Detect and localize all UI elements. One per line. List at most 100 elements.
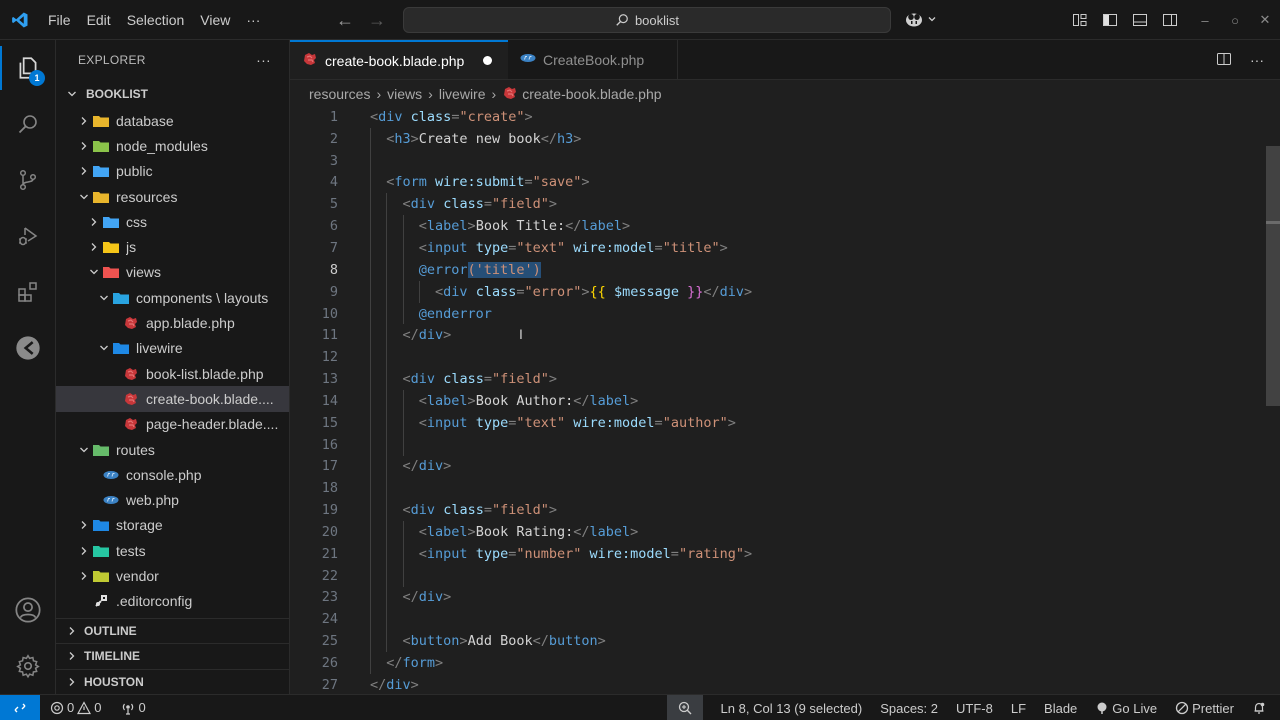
breadcrumb-item[interactable]: resources — [309, 86, 370, 102]
section-houston[interactable]: HOUSTON — [56, 668, 290, 695]
editor-more-actions-icon[interactable]: ··· — [1250, 52, 1264, 68]
menu-edit[interactable]: Edit — [79, 0, 119, 40]
indent-guide — [386, 411, 388, 434]
remote-indicator[interactable] — [0, 694, 40, 720]
tree-item-vendor[interactable]: vendor — [56, 563, 289, 588]
encoding[interactable]: UTF-8 — [947, 695, 1002, 720]
breadcrumb-item[interactable]: views — [387, 86, 422, 102]
section-timeline[interactable]: TIMELINE — [56, 643, 290, 669]
breadcrumb-item[interactable]: livewire — [439, 86, 486, 102]
tab-label: CreateBook.php — [543, 51, 645, 68]
line-number: 11 — [321, 327, 338, 344]
workspace-root[interactable]: BOOKLIST — [56, 80, 289, 108]
unsaved-dot-icon[interactable] — [483, 56, 493, 65]
restore-icon[interactable]: ○ — [1220, 13, 1250, 28]
minimize-icon[interactable]: – — [1190, 13, 1220, 28]
tree-item-js[interactable]: js — [56, 234, 289, 259]
notifications-button[interactable] — [1243, 695, 1280, 720]
code-line: 23 </div> — [290, 586, 1280, 609]
tree-item-public[interactable]: public — [56, 159, 289, 184]
activity-accounts[interactable] — [0, 582, 56, 638]
chevron-right-icon — [86, 241, 102, 253]
tree-item-components-layouts[interactable]: components \ layouts — [56, 285, 289, 310]
section-outline[interactable]: OUTLINE — [56, 617, 290, 644]
indentation[interactable]: Spaces: 2 — [871, 695, 947, 720]
tab-create-book-blade[interactable]: create-book.blade.php — [290, 40, 508, 79]
tree-item-routes[interactable]: routes — [56, 437, 289, 462]
tree-item-tests[interactable]: tests — [56, 538, 289, 563]
explorer-more-button[interactable]: ··· — [256, 52, 271, 68]
command-center-search[interactable]: booklist — [403, 7, 891, 33]
section-timeline-label: TIMELINE — [84, 649, 140, 664]
tree-item-page-header-blade[interactable]: page-header.blade.... — [56, 412, 289, 437]
customize-layout-icon[interactable] — [1070, 10, 1090, 30]
tree-item-label: book-list.blade.php — [146, 365, 264, 382]
line-number: 16 — [321, 436, 338, 453]
tree-item--editorconfig[interactable]: .editorconfig — [56, 589, 289, 614]
ports-indicator[interactable]: 0 — [115, 695, 151, 720]
chevron-down-icon — [76, 444, 92, 456]
activity-extensions[interactable] — [0, 264, 56, 320]
tree-item-livewire[interactable]: livewire — [56, 336, 289, 361]
tree-item-app-blade-php[interactable]: app.blade.php — [56, 310, 289, 335]
tree-item-views[interactable]: views — [56, 260, 289, 285]
indent-guide — [370, 586, 371, 609]
chevron-down-icon — [928, 17, 936, 22]
editor-scrollbar[interactable] — [1266, 106, 1280, 694]
close-icon[interactable]: ✕ — [1250, 12, 1280, 28]
breadcrumb-item[interactable]: create-book.blade.php — [522, 86, 661, 102]
activity-source-control[interactable] — [0, 152, 56, 208]
code-line: 8 @error('title') — [290, 258, 1280, 281]
toggle-panel-icon[interactable] — [1130, 10, 1150, 30]
warning-count: 0 — [94, 700, 102, 715]
language-mode[interactable]: Blade — [1035, 695, 1086, 720]
problems-indicator[interactable]: 0 0 — [44, 695, 107, 720]
tree-item-label: views — [126, 264, 162, 281]
tree-item-database[interactable]: database — [56, 108, 289, 133]
prettier-disabled-icon — [1175, 701, 1189, 715]
menu-more[interactable]: ··· — [238, 0, 268, 40]
indent-guide — [370, 542, 371, 565]
eol-text: LF — [1010, 700, 1027, 716]
code-text: <div class="error">{{ $message }}</div> — [435, 283, 753, 300]
activity-search[interactable] — [0, 96, 56, 152]
folder-icon — [92, 138, 110, 154]
menu-selection[interactable]: Selection — [119, 0, 193, 40]
split-editor-icon[interactable] — [1216, 51, 1232, 70]
tree-item-resources[interactable]: resources — [56, 184, 289, 209]
tree-item-console-php[interactable]: console.php — [56, 462, 289, 487]
tree-item-book-list-blade-php[interactable]: book-list.blade.php — [56, 361, 289, 386]
zoom-indicator[interactable] — [666, 695, 703, 720]
tree-item-css[interactable]: css — [56, 209, 289, 234]
code-line: 1 <div class="create"> — [290, 106, 1280, 128]
run-debug-icon — [19, 227, 38, 246]
activity-manage[interactable] — [0, 638, 56, 694]
code-line: 17 </div> — [290, 455, 1280, 478]
scrollbar-thumb[interactable] — [1266, 146, 1280, 406]
chevron-right-icon — [64, 650, 80, 662]
menu-view[interactable]: View — [192, 0, 238, 40]
prettier-button[interactable]: Prettier — [1166, 695, 1243, 720]
cursor-position[interactable]: Ln 8, Col 13 (9 selected) — [703, 695, 872, 720]
end-of-line[interactable]: LF — [1002, 695, 1035, 720]
back-arrow-icon[interactable]: ← — [336, 10, 354, 31]
go-live-button[interactable]: Go Live — [1086, 695, 1166, 720]
indent-guide — [402, 215, 404, 238]
tree-item-storage[interactable]: storage — [56, 513, 289, 538]
toggle-primary-sidebar-icon[interactable] — [1100, 10, 1120, 30]
tree-item-node-modules[interactable]: node_modules — [56, 133, 289, 158]
activity-remote-explorer[interactable] — [0, 320, 56, 376]
code-text: <label>Book Author:</label> — [418, 392, 639, 409]
tab-createbook-php[interactable]: CreateBook.php — [508, 40, 678, 79]
text-cursor-icon: I — [519, 326, 523, 342]
forward-arrow-icon[interactable]: → — [368, 10, 386, 31]
folder-icon — [102, 264, 120, 280]
tree-item-create-book-blade[interactable]: create-book.blade.... — [56, 386, 289, 412]
copilot-button[interactable] — [904, 10, 937, 28]
code-editor[interactable]: 1 <div class="create"> 2 <h3>Create new boo… — [290, 106, 1280, 694]
activity-explorer[interactable]: 1 — [0, 40, 56, 96]
tree-item-web-php[interactable]: web.php — [56, 487, 289, 512]
activity-run-debug[interactable] — [0, 208, 56, 264]
menu-file[interactable]: File — [40, 0, 79, 40]
toggle-secondary-sidebar-icon[interactable] — [1160, 10, 1180, 30]
